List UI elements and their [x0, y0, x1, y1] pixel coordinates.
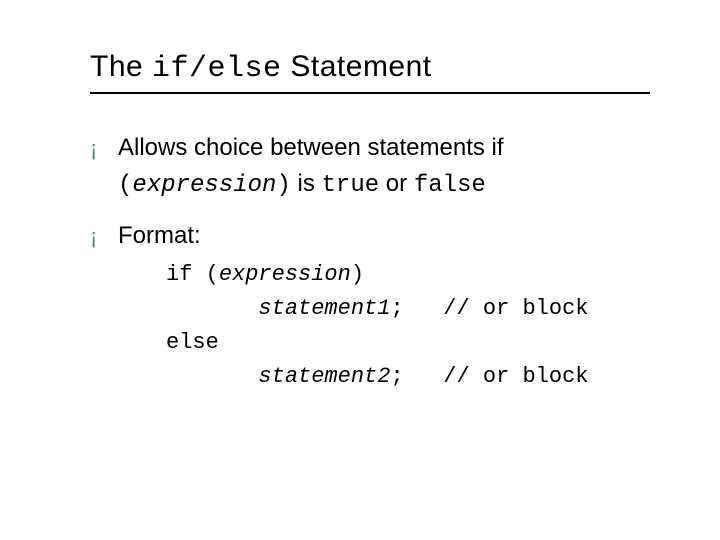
code-l3: else: [166, 330, 219, 355]
b1-paren-close: ): [276, 172, 290, 199]
slide-title: The if/else Statement: [90, 50, 665, 86]
code-l1c: ): [351, 262, 364, 287]
b1-mid2: or: [379, 170, 414, 197]
b1-false: false: [414, 172, 486, 199]
b1-paren-open: (: [118, 172, 132, 199]
code-l4c: ; // or block: [390, 364, 588, 389]
code-l4b: statement2: [258, 364, 390, 389]
slide: The if/else Statement Allows choice betw…: [0, 0, 720, 428]
bullet-2: Format: if (expression) statement1; // o…: [90, 218, 665, 394]
code-l2a: [166, 296, 258, 321]
code-block: if (expression) statement1; // or block …: [166, 258, 665, 394]
bullet-list: Allows choice between statements if (exp…: [90, 130, 665, 394]
title-code: if/else: [152, 52, 282, 86]
title-post: Statement: [282, 50, 432, 83]
title-underline: [90, 92, 650, 94]
b1-expression: expression: [132, 172, 276, 199]
title-pre: The: [90, 50, 152, 83]
bullet-1: Allows choice between statements if (exp…: [90, 130, 665, 204]
code-l1b: expression: [219, 262, 351, 287]
code-l2c: ; // or block: [390, 296, 588, 321]
b1-mid: is: [291, 170, 322, 197]
b1-pre: Allows choice between statements if: [118, 134, 504, 161]
b1-true: true: [322, 172, 380, 199]
code-l4a: [166, 364, 258, 389]
code-l2b: statement1: [258, 296, 390, 321]
code-l1a: if (: [166, 262, 219, 287]
b2-label: Format:: [118, 222, 201, 249]
